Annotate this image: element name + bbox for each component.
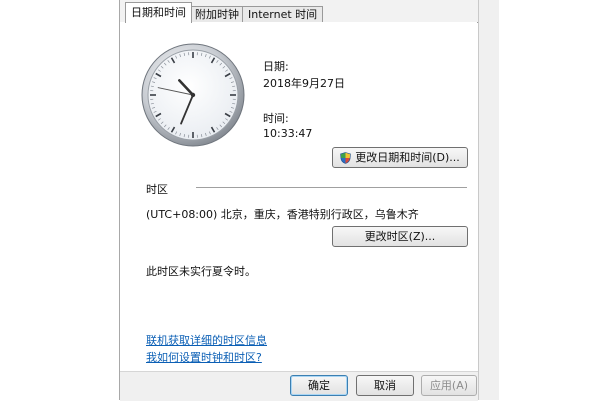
date-label: 日期: xyxy=(263,58,289,74)
online-timezone-info-link[interactable]: 联机获取详细的时区信息 xyxy=(146,332,267,348)
how-to-set-clock-link[interactable]: 我如何设置时钟和时区? xyxy=(146,349,262,365)
ok-button[interactable]: 确定 xyxy=(290,375,348,396)
time-label: 时间: xyxy=(263,110,289,126)
background-window-edge xyxy=(478,0,499,400)
tab-internet-time[interactable]: Internet 时间 xyxy=(242,6,323,22)
cancel-button[interactable]: 取消 xyxy=(356,375,414,396)
dst-note: 此时区未实行夏令时。 xyxy=(146,263,256,279)
tab-strip: 日期和时间 附加时钟 Internet 时间 xyxy=(120,0,478,23)
uac-shield-icon xyxy=(340,152,351,164)
change-timezone-button[interactable]: 更改时区(Z)... xyxy=(332,226,468,247)
timezone-separator xyxy=(196,187,467,188)
change-date-time-button[interactable]: 更改日期和时间(D)... xyxy=(332,147,468,168)
tab-additional-clocks[interactable]: 附加时钟 xyxy=(189,6,245,22)
analog-clock xyxy=(140,42,246,148)
date-value: 2018年9月27日 xyxy=(263,75,345,91)
tab-date-and-time[interactable]: 日期和时间 xyxy=(125,2,192,23)
timezone-section-label: 时区 xyxy=(146,181,168,197)
apply-button[interactable]: 应用(A) xyxy=(421,375,477,396)
time-value: 10:33:47 xyxy=(263,127,312,140)
timezone-value: (UTC+08:00) 北京，重庆，香港特别行政区，乌鲁木齐 xyxy=(146,206,419,222)
change-date-time-label: 更改日期和时间(D)... xyxy=(355,151,460,164)
